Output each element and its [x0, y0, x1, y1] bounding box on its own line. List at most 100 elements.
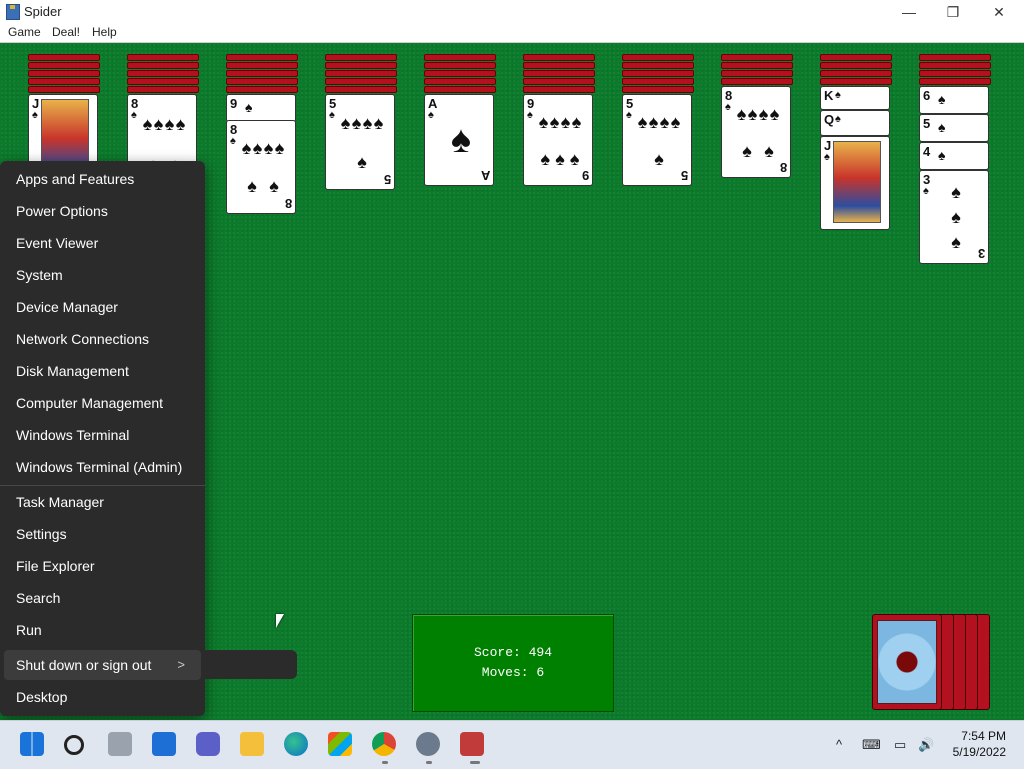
card-pips: ♠ ♠ ♠ ♠ ♠ ♠ ♠: [538, 111, 582, 169]
menu-shut-down-or-sign-out[interactable]: Shut down or sign out >: [4, 650, 201, 680]
card-back: [226, 86, 298, 93]
card-5-spades[interactable]: 5 ♠ ♠ ♠ ♠ ♠ ♠ 5: [325, 94, 395, 190]
network-icon[interactable]: ▭: [894, 737, 906, 753]
menu-computer-management[interactable]: Computer Management: [0, 388, 205, 418]
card-back: [424, 78, 496, 85]
task-view-icon[interactable]: [108, 732, 132, 756]
menu-windows-terminal-admin[interactable]: Windows Terminal (Admin): [0, 452, 205, 482]
card-queen-spades[interactable]: Q ♠: [820, 110, 890, 136]
menu-settings[interactable]: Settings: [0, 519, 205, 549]
tableau-column-4[interactable]: 5 ♠ ♠ ♠ ♠ ♠ ♠ 5: [325, 54, 397, 190]
card-rank: 4: [923, 144, 931, 159]
show-hidden-icons-button[interactable]: ^: [836, 737, 842, 752]
card-jack-spades[interactable]: J ♠: [820, 136, 890, 230]
spider-icon[interactable]: [460, 732, 484, 756]
shutdown-submenu[interactable]: [205, 650, 297, 679]
menu-bar: Game Deal! Help: [0, 24, 1024, 43]
card-rank-bottom: 5: [383, 172, 391, 187]
card-back: [325, 70, 397, 77]
tableau-column-10[interactable]: 6 ♠ 5 ♠ 4 ♠ 3 ♠ ♠ ♠ ♠ 3: [919, 54, 991, 264]
card-rank: 9: [230, 96, 238, 111]
card-back: [28, 78, 100, 85]
restore-button[interactable]: ❐: [930, 0, 976, 24]
score-value: 494: [528, 645, 553, 660]
tableau-column-5[interactable]: A ♠ ♠ A: [424, 54, 496, 186]
spade-icon: ♠: [131, 109, 137, 121]
card-back: [28, 62, 100, 69]
clock-time: 7:54 PM: [961, 729, 1006, 743]
keyboard-icon[interactable]: ⌨: [862, 737, 881, 753]
menu-run[interactable]: Run: [0, 615, 205, 645]
tableau-column-3[interactable]: 9 ♠ 8 ♠ ♠ ♠ ♠ ♠ ♠ ♠ 8: [226, 54, 298, 214]
stock-pile[interactable]: [872, 614, 942, 710]
card-back: [622, 62, 694, 69]
tableau-column-7[interactable]: 5 ♠ ♠ ♠ ♠ ♠ ♠ 5: [622, 54, 694, 186]
moves-line: Moves: 6: [413, 665, 613, 680]
card-rank: Q: [824, 112, 835, 127]
spade-icon: ♠: [626, 109, 632, 121]
store-icon[interactable]: [328, 732, 352, 756]
card-9-spades[interactable]: 9 ♠ ♠ ♠ ♠ ♠ ♠ ♠ ♠ 9: [523, 94, 593, 186]
settings-icon[interactable]: [416, 732, 440, 756]
card-king-spades[interactable]: K ♠: [820, 86, 890, 110]
menu-event-viewer[interactable]: Event Viewer: [0, 228, 205, 258]
menu-windows-terminal[interactable]: Windows Terminal: [0, 420, 205, 450]
menu-desktop[interactable]: Desktop: [0, 682, 205, 712]
card-back: [127, 70, 199, 77]
card-back: [919, 78, 991, 85]
card-rank: 5: [923, 116, 931, 131]
menu-power-options[interactable]: Power Options: [0, 196, 205, 226]
card-back: [721, 78, 793, 85]
card-5-spades[interactable]: 5 ♠: [919, 114, 989, 142]
clock[interactable]: 7:54 PM 5/19/2022: [953, 728, 1006, 760]
teams-icon[interactable]: [196, 732, 220, 756]
close-button[interactable]: ✕: [976, 0, 1022, 24]
menu-disk-management[interactable]: Disk Management: [0, 356, 205, 386]
card-back: [523, 54, 595, 61]
menu-task-manager[interactable]: Task Manager: [0, 487, 205, 517]
volume-icon[interactable]: 🔊: [918, 737, 934, 753]
card-3-spades[interactable]: 3 ♠ ♠ ♠ ♠ 3: [919, 170, 989, 264]
card-ace-spades[interactable]: A ♠ ♠ A: [424, 94, 494, 186]
widgets-icon[interactable]: [152, 732, 176, 756]
card-8-spades[interactable]: 8 ♠ ♠ ♠ ♠ ♠ ♠ ♠ 8: [226, 120, 296, 214]
active-indicator: [470, 761, 480, 764]
card-back: [919, 54, 991, 61]
card-back: [523, 86, 595, 93]
menu-help[interactable]: Help: [92, 25, 117, 39]
card-8-spades[interactable]: 8 ♠ ♠ ♠ ♠ ♠ ♠ ♠ 8: [721, 86, 791, 178]
card-9-spades[interactable]: 9 ♠: [226, 94, 296, 122]
chrome-icon[interactable]: [372, 732, 396, 756]
card-rank: K: [824, 88, 834, 103]
menu-network-connections[interactable]: Network Connections: [0, 324, 205, 354]
minimize-button[interactable]: —: [886, 0, 932, 24]
tableau-column-8[interactable]: 8 ♠ ♠ ♠ ♠ ♠ ♠ ♠ 8: [721, 54, 793, 178]
menu-apps-and-features[interactable]: Apps and Features: [0, 164, 205, 194]
menu-file-explorer[interactable]: File Explorer: [0, 551, 205, 581]
card-6-spades[interactable]: 6 ♠: [919, 86, 989, 114]
card-rank-bottom: 3: [977, 246, 985, 261]
tableau-column-9[interactable]: K ♠ Q ♠ J ♠: [820, 54, 892, 230]
card-4-spades[interactable]: 4 ♠: [919, 142, 989, 170]
card-back: [28, 54, 100, 61]
edge-icon[interactable]: [284, 732, 308, 756]
menu-search[interactable]: Search: [0, 583, 205, 613]
card-5-spades[interactable]: 5 ♠ ♠ ♠ ♠ ♠ ♠ 5: [622, 94, 692, 186]
menu-deal[interactable]: Deal!: [52, 25, 80, 39]
card-rank-bottom: 8: [779, 160, 787, 175]
card-back: [424, 70, 496, 77]
tableau-column-6[interactable]: 9 ♠ ♠ ♠ ♠ ♠ ♠ ♠ ♠ 9: [523, 54, 595, 186]
card-back: [127, 86, 199, 93]
card-rank-bottom: 5: [680, 168, 688, 183]
card-pips: ♠♠♠♠♠♠: [241, 138, 285, 196]
card-back: [523, 78, 595, 85]
card-back: [721, 62, 793, 69]
start-icon[interactable]: [20, 732, 44, 756]
search-icon[interactable]: [64, 735, 84, 755]
card-pips: ♠♠♠♠♠♠: [736, 103, 780, 161]
menu-device-manager[interactable]: Device Manager: [0, 292, 205, 322]
menu-game[interactable]: Game: [8, 25, 41, 39]
spade-icon: ♠: [329, 109, 335, 121]
file-explorer-icon[interactable]: [240, 732, 264, 756]
menu-system[interactable]: System: [0, 260, 205, 290]
